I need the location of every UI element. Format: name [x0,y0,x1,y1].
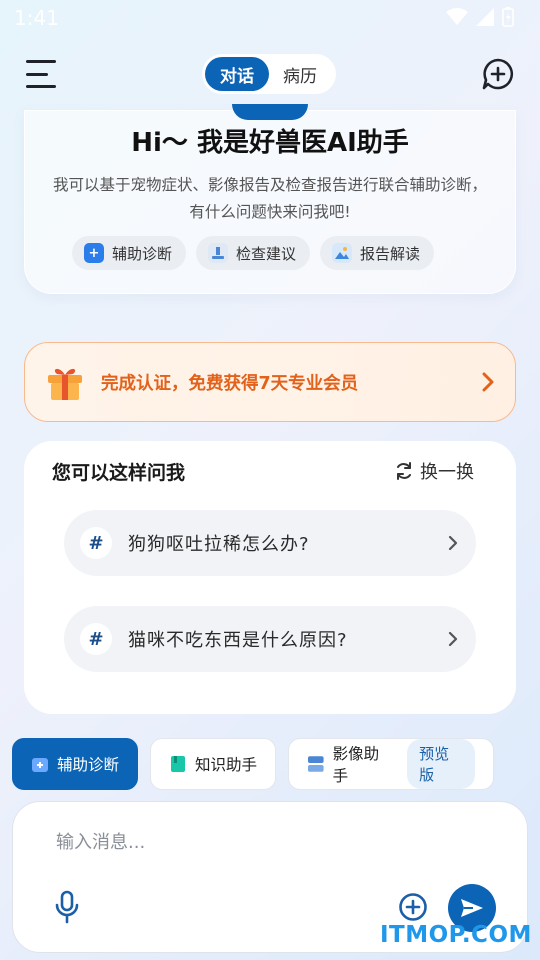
medical-kit-icon [32,758,48,772]
question-text: 狗狗呕吐拉稀怎么办? [128,534,310,555]
chip-exam-advice[interactable]: 检查建议 [196,236,311,270]
battery-icon [502,7,514,27]
mode-imaging-assistant[interactable]: 影像助手 预览版 [288,738,494,790]
mode-tab-switch: 对话 病历 [202,54,336,94]
chip-label: 检查建议 [236,244,297,263]
status-time: 1:41 [14,6,59,30]
send-icon [461,899,483,917]
certification-promo-banner[interactable]: 完成认证，免费获得7天专业会员 [24,342,516,422]
mode-knowledge-assistant[interactable]: 知识助手 [150,738,276,790]
promo-text: 完成认证，免费获得7天专业会员 [101,373,359,394]
suggestions-title: 您可以这样问我 [52,462,186,484]
question-text: 猫咪不吃东西是什么原因? [128,630,348,651]
microphone-icon[interactable] [52,890,82,924]
wifi-icon [446,8,468,25]
chip-report-reading[interactable]: 报告解读 [320,236,435,270]
refresh-icon [397,462,411,480]
chevron-right-icon [448,535,458,551]
refresh-label: 换一换 [420,462,474,483]
report-image-icon [332,243,353,263]
preview-badge: 预览版 [407,739,475,789]
add-attachment-icon[interactable] [398,892,428,922]
assistant-mode-bar: 辅助诊断 知识助手 影像助手 预览版 [12,738,494,790]
suggested-question[interactable]: # 狗狗呕吐拉稀怎么办? [64,510,476,576]
status-icons [446,7,514,27]
message-input[interactable] [56,826,456,858]
gift-icon [48,368,82,400]
new-chat-icon[interactable] [482,58,514,90]
intro-title: Hi～ 我是好兽医AI助手 [131,128,409,158]
mode-label: 知识助手 [195,756,258,774]
menu-icon [26,60,56,63]
suggested-question[interactable]: # 猫咪不吃东西是什么原因? [64,606,476,672]
imaging-icon [307,756,324,772]
mode-assisted-diagnosis[interactable]: 辅助诊断 [12,738,138,790]
chip-label: 辅助诊断 [112,244,173,263]
hashtag-icon: # [80,623,112,655]
signal-icon [476,8,494,26]
chip-label: 报告解读 [360,244,421,263]
chevron-right-icon [448,631,458,647]
watermark: ITMOP.COM [380,922,532,948]
chip-assisted-diagnosis[interactable]: + 辅助诊断 [72,236,187,270]
medical-kit-icon: + [84,243,104,263]
capability-chips: + 辅助诊断 检查建议 报告解读 [72,236,435,270]
hashtag-icon: # [80,527,112,559]
tab-records[interactable]: 病历 [269,57,331,91]
book-icon [171,756,185,772]
menu-button[interactable] [26,60,58,88]
intro-description: 我可以基于宠物症状、影像报告及检查报告进行联合辅助诊断，有什么问题快来问我吧! [52,176,487,221]
refresh-button[interactable]: 换一换 [394,458,474,484]
mode-label: 辅助诊断 [57,756,120,774]
assistant-avatar [232,104,308,120]
microscope-icon [208,243,229,263]
chevron-right-icon [482,372,494,392]
mode-label: 影像助手 [332,745,380,785]
tab-chat[interactable]: 对话 [205,57,269,91]
